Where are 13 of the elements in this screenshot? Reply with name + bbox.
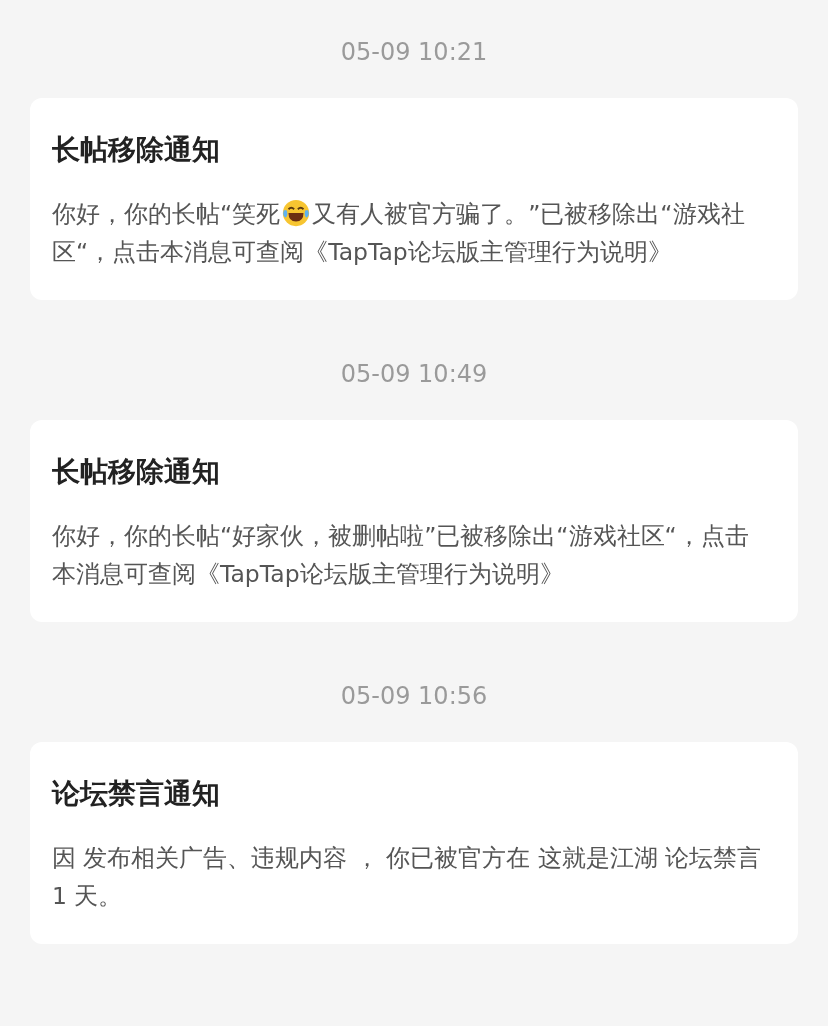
timestamp: 05-09 10:49	[340, 359, 488, 390]
notification-message: 你好，你的长帖“笑死 又有人被官方骗了。”已被移除出“游戏社区“，点击本消息可查阅《TapTap论坛版主管理行为说明》	[52, 197, 746, 268]
timestamp: 05-09 10:56	[340, 681, 488, 712]
notification-card[interactable]: 论坛禁言通知 因 发布相关广告、违规内容 ， 你已被官方在 这就是江湖 论坛禁言 1 天。	[30, 742, 798, 944]
notification-title: 长帖移除通知	[52, 132, 221, 168]
laughing-emoji-icon	[281, 198, 312, 228]
notification-message: 因 发布相关广告、违规内容 ， 你已被官方在 这就是江湖 论坛禁言 1 天。	[52, 843, 763, 912]
timestamp: 05-09 10:21	[340, 37, 488, 68]
notification-card[interactable]: 长帖移除通知 你好，你的长帖“笑死 又有人被官方骗了。”已被移除出“游戏社区“，点击本消息可查阅《TapTap论坛版主管理行为说明》	[30, 98, 798, 300]
notification-message: 你好，你的长帖“好家伙，被删帖啦”已被移除出“游戏社区“，点击本消息可查阅《TapTap论坛版主管理行为说明》	[52, 521, 750, 590]
notification-title: 论坛禁言通知	[52, 776, 221, 812]
notification-card[interactable]: 长帖移除通知 你好，你的长帖“好家伙，被删帖啦”已被移除出“游戏社区“，点击本消息可查阅《TapTap论坛版主管理行为说明》	[30, 420, 798, 622]
notification-title: 长帖移除通知	[52, 454, 221, 490]
